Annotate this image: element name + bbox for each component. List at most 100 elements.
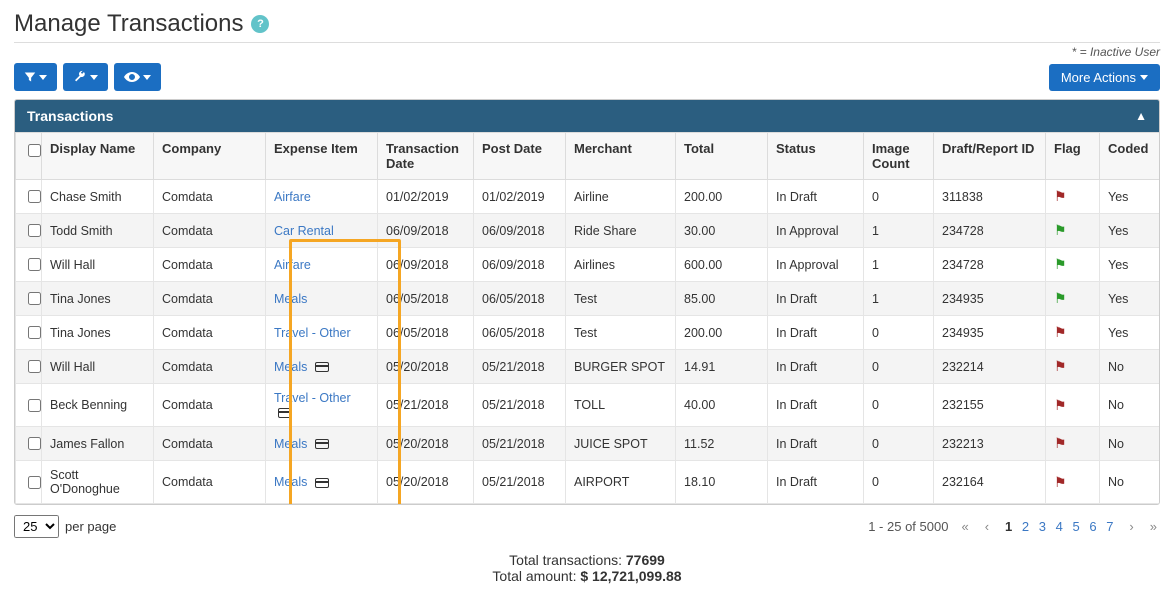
cell-post-date: 06/05/2018	[474, 282, 566, 316]
total-amount-value: $ 12,721,099.88	[580, 568, 681, 584]
col-flag[interactable]: Flag	[1046, 133, 1100, 180]
row-checkbox[interactable]	[28, 476, 41, 489]
cell-txn-date: 06/05/2018	[378, 282, 474, 316]
cell-merchant: TOLL	[566, 384, 676, 427]
expense-item-link[interactable]: Meals	[274, 292, 307, 306]
cell-merchant: Ride Share	[566, 214, 676, 248]
inactive-user-note: * = Inactive User	[14, 45, 1160, 59]
table-row: Todd SmithComdataCar Rental 06/09/201806…	[16, 214, 1160, 248]
flag-icon[interactable]: ⚑	[1054, 256, 1067, 272]
col-expense-item[interactable]: Expense Item	[266, 133, 378, 180]
cell-post-date: 06/05/2018	[474, 316, 566, 350]
toolbar-left	[14, 63, 161, 91]
flag-icon[interactable]: ⚑	[1054, 222, 1067, 238]
row-checkbox[interactable]	[28, 292, 41, 305]
expense-item-link[interactable]: Car Rental	[274, 224, 334, 238]
page-last[interactable]: »	[1147, 519, 1160, 534]
cell-expense-item: Airfare	[266, 248, 378, 282]
flag-icon[interactable]: ⚑	[1054, 358, 1067, 374]
flag-icon[interactable]: ⚑	[1054, 435, 1067, 451]
page-number[interactable]: 2	[1019, 519, 1032, 534]
flag-icon[interactable]: ⚑	[1054, 188, 1067, 204]
cell-coded: No	[1100, 461, 1160, 504]
col-draft-id[interactable]: Draft/Report ID	[934, 133, 1046, 180]
filter-button[interactable]	[14, 63, 57, 91]
collapse-icon[interactable]: ▲	[1135, 109, 1147, 123]
cell-merchant: Airline	[566, 180, 676, 214]
page-prev[interactable]: ‹	[982, 519, 992, 534]
expense-item-link[interactable]: Travel - Other	[274, 326, 351, 340]
expense-item-link[interactable]: Airfare	[274, 190, 311, 204]
expense-item-link[interactable]: Meals	[274, 360, 307, 374]
flag-icon[interactable]: ⚑	[1054, 397, 1067, 413]
row-checkbox[interactable]	[28, 399, 41, 412]
row-checkbox[interactable]	[28, 326, 41, 339]
divider	[14, 42, 1160, 43]
cell-display-name: Todd Smith	[42, 214, 154, 248]
cell-txn-date: 05/20/2018	[378, 427, 474, 461]
col-merchant[interactable]: Merchant	[566, 133, 676, 180]
page-number[interactable]: 4	[1053, 519, 1066, 534]
tools-button[interactable]	[63, 63, 108, 91]
cell-display-name: Beck Benning	[42, 384, 154, 427]
expense-item-link[interactable]: Meals	[274, 475, 307, 489]
cell-post-date: 05/21/2018	[474, 427, 566, 461]
expense-item-link[interactable]: Airfare	[274, 258, 311, 272]
cell-expense-item: Meals	[266, 461, 378, 504]
select-all-checkbox[interactable]	[28, 144, 41, 157]
cell-display-name: Tina Jones	[42, 316, 154, 350]
row-checkbox[interactable]	[28, 190, 41, 203]
col-coded[interactable]: Coded	[1100, 133, 1160, 180]
cell-company: Comdata	[154, 180, 266, 214]
row-checkbox[interactable]	[28, 258, 41, 271]
col-transaction-date[interactable]: Transaction Date	[378, 133, 474, 180]
per-page-label: per page	[65, 519, 116, 534]
page-number[interactable]: 5	[1069, 519, 1082, 534]
flag-icon[interactable]: ⚑	[1054, 474, 1067, 490]
credit-card-icon	[315, 362, 329, 372]
cell-company: Comdata	[154, 214, 266, 248]
cell-image-count: 0	[864, 316, 934, 350]
view-button[interactable]	[114, 63, 161, 91]
cell-display-name: Chase Smith	[42, 180, 154, 214]
page-number[interactable]: 3	[1036, 519, 1049, 534]
page-number[interactable]: 6	[1086, 519, 1099, 534]
cell-draft-id: 232155	[934, 384, 1046, 427]
col-total[interactable]: Total	[676, 133, 768, 180]
row-checkbox[interactable]	[28, 224, 41, 237]
page-first[interactable]: «	[958, 519, 971, 534]
cell-company: Comdata	[154, 461, 266, 504]
help-icon[interactable]: ?	[251, 15, 269, 33]
cell-merchant: BURGER SPOT	[566, 350, 676, 384]
flag-icon[interactable]: ⚑	[1054, 290, 1067, 306]
cell-txn-date: 06/09/2018	[378, 214, 474, 248]
cell-post-date: 05/21/2018	[474, 461, 566, 504]
col-image-count[interactable]: Image Count	[864, 133, 934, 180]
expense-item-link[interactable]: Travel - Other	[274, 391, 351, 405]
page-size-select[interactable]: 25	[14, 515, 59, 538]
row-checkbox[interactable]	[28, 360, 41, 373]
page-number[interactable]: 1	[1002, 519, 1015, 534]
cell-image-count: 1	[864, 248, 934, 282]
page-number[interactable]: 7	[1103, 519, 1116, 534]
col-company[interactable]: Company	[154, 133, 266, 180]
table-row: Beck BenningComdataTravel - Other 05/21/…	[16, 384, 1160, 427]
row-checkbox[interactable]	[28, 437, 41, 450]
flag-icon[interactable]: ⚑	[1054, 324, 1067, 340]
expense-item-link[interactable]: Meals	[274, 437, 307, 451]
table-row: Chase SmithComdataAirfare 01/02/201901/0…	[16, 180, 1160, 214]
cell-image-count: 1	[864, 214, 934, 248]
page-next[interactable]: ›	[1126, 519, 1136, 534]
cell-draft-id: 234935	[934, 316, 1046, 350]
more-actions-button[interactable]: More Actions	[1049, 64, 1160, 91]
col-status[interactable]: Status	[768, 133, 864, 180]
cell-txn-date: 01/02/2019	[378, 180, 474, 214]
col-post-date[interactable]: Post Date	[474, 133, 566, 180]
cell-txn-date: 05/20/2018	[378, 350, 474, 384]
cell-status: In Draft	[768, 384, 864, 427]
cell-display-name: Will Hall	[42, 248, 154, 282]
col-display-name[interactable]: Display Name	[42, 133, 154, 180]
cell-expense-item: Travel - Other	[266, 316, 378, 350]
cell-total: 18.10	[676, 461, 768, 504]
cell-expense-item: Airfare	[266, 180, 378, 214]
